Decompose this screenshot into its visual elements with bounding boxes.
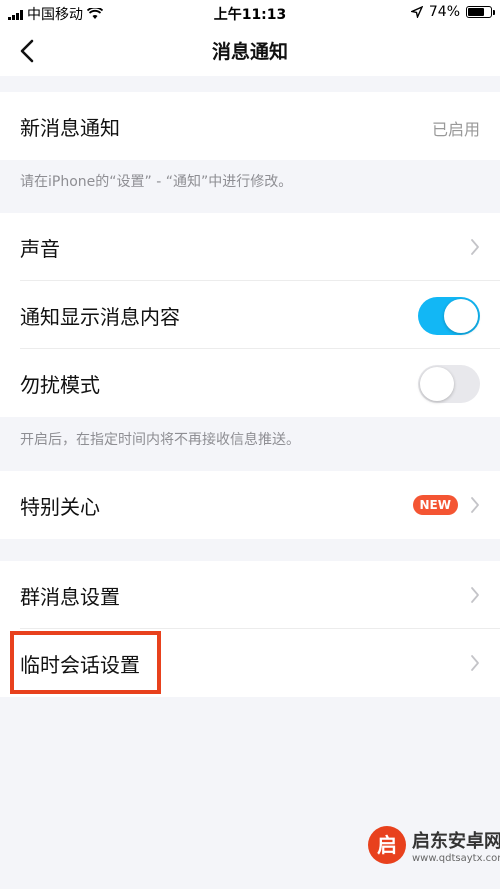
- row-label: 新消息通知: [20, 116, 120, 140]
- row-label: 勿扰模式: [20, 373, 100, 397]
- location-icon: [410, 6, 423, 18]
- dnd-toggle[interactable]: [418, 365, 480, 403]
- row-group-settings[interactable]: 群消息设置: [0, 561, 500, 629]
- page-title: 消息通知: [211, 41, 288, 63]
- status-bar: 中国移动 上午11:13 74%: [0, 0, 500, 26]
- show-content-toggle[interactable]: [418, 297, 480, 335]
- row-dnd: 勿扰模式: [0, 349, 500, 417]
- chevron-right-icon: [471, 497, 479, 513]
- row-label: 群消息设置: [20, 585, 120, 609]
- chevron-right-icon: [471, 239, 479, 255]
- row-show-content: 通知显示消息内容: [0, 281, 500, 349]
- hint-notification: 请在iPhone的“设置” - “通知”中进行修改。: [20, 174, 293, 190]
- row-new-message[interactable]: 新消息通知 已启用: [0, 92, 500, 160]
- watermark-url: www.qdtsaytx.com: [412, 852, 500, 864]
- new-badge: NEW: [412, 495, 458, 515]
- nav-bar: 消息通知: [0, 26, 500, 76]
- battery-icon: [466, 6, 495, 18]
- status-right: 74%: [410, 4, 495, 20]
- battery-percent: 74%: [428, 4, 460, 20]
- watermark-text: 启东安卓网 www.qdtsaytx.com: [412, 827, 500, 864]
- row-special-care[interactable]: 特别关心 NEW: [0, 471, 500, 539]
- status-value: 已启用: [431, 120, 480, 139]
- highlight-box: [10, 631, 161, 694]
- watermark-title: 启东安卓网: [412, 830, 500, 852]
- row-sound[interactable]: 声音: [0, 213, 500, 281]
- watermark: 启 启东安卓网 www.qdtsaytx.com: [368, 826, 500, 864]
- chevron-right-icon: [471, 655, 479, 671]
- hint-dnd: 开启后，在指定时间内将不再接收信息推送。: [20, 432, 300, 448]
- row-label: 特别关心: [20, 495, 100, 519]
- chevron-right-icon: [471, 587, 479, 603]
- row-label: 通知显示消息内容: [20, 305, 180, 329]
- watermark-logo-icon: 启: [368, 826, 406, 864]
- row-label: 声音: [20, 237, 60, 261]
